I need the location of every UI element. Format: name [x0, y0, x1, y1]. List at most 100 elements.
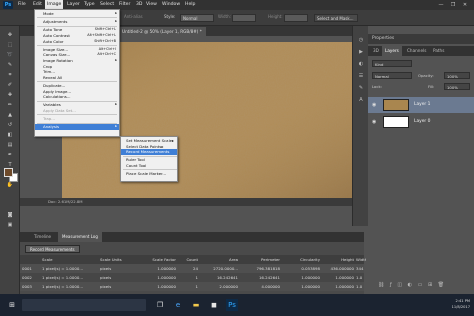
- image-menu-item[interactable]: Mode ▸: [35, 11, 119, 17]
- analysis-menu-item[interactable]: Place Scale Marker...: [121, 171, 177, 177]
- minimize-icon[interactable]: —: [436, 0, 446, 10]
- photoshop-taskbar-icon[interactable]: Ps: [226, 299, 238, 311]
- menu-help[interactable]: Help: [183, 0, 197, 10]
- healing-tool-icon[interactable]: ✚: [3, 92, 17, 99]
- submenu-arrow-icon: ▸: [115, 11, 117, 15]
- menu-item-label: Canvas Size...: [43, 52, 71, 58]
- height-field[interactable]: [284, 14, 308, 22]
- table-row[interactable]: 0003 1 pixel(s) = 1.0000... pixels 1.000000…: [20, 282, 364, 291]
- menu-window[interactable]: Window: [160, 0, 182, 10]
- opacity-field[interactable]: 100%: [444, 72, 470, 79]
- close-icon[interactable]: ✕: [460, 0, 470, 10]
- analysis-menu-item[interactable]: Count Tool: [121, 163, 177, 169]
- menu-item-label: Duplicate...: [43, 83, 66, 88]
- lasso-tool-icon[interactable]: ➰: [3, 52, 17, 59]
- brush-tool-icon[interactable]: ✏: [3, 102, 17, 109]
- analysis-menu-item[interactable]: Record Measurements: [121, 149, 177, 155]
- menu-3d[interactable]: 3D: [134, 0, 144, 10]
- clock[interactable]: 2:41 PM 11/8/2017: [440, 298, 470, 316]
- history-icon[interactable]: ◷: [356, 36, 366, 44]
- image-menu-item: Trap...: [35, 116, 119, 122]
- photoshop-logo: Ps: [3, 1, 13, 9]
- image-menu-item[interactable]: Adjustments ▸: [35, 19, 119, 25]
- layer-kind-filter[interactable]: Kind: [372, 60, 412, 67]
- table-header-row[interactable]: Scale Scale Units Scale Factor Count Area Per…: [20, 255, 366, 264]
- menu-item-label: Image Rotation: [43, 58, 73, 63]
- status-bar: Doc: 2.61M/22.8M: [20, 198, 364, 206]
- tab-3d[interactable]: 3D: [370, 46, 382, 56]
- properties-icon[interactable]: ☰: [356, 72, 366, 80]
- width-label: Width:: [218, 14, 231, 19]
- stamp-tool-icon[interactable]: ▲: [3, 112, 17, 119]
- table-row[interactable]: 0002 1 pixel(s) = 1.0000... pixels 1.000000…: [20, 273, 364, 282]
- fill-field[interactable]: 100%: [444, 83, 470, 90]
- character-icon[interactable]: A: [356, 96, 366, 104]
- properties-panel-header[interactable]: Properties: [368, 34, 474, 44]
- hand-tool-icon[interactable]: ✋: [3, 182, 17, 189]
- new-layer-icon[interactable]: ⊞: [428, 282, 432, 288]
- clock-date: 11/8/2017: [451, 305, 470, 309]
- layer-style-icon[interactable]: ƒ: [390, 282, 392, 288]
- menu-file[interactable]: File: [16, 0, 28, 10]
- delete-layer-icon[interactable]: 🗑: [438, 282, 444, 288]
- task-view-icon[interactable]: ❐: [154, 299, 166, 311]
- layer-name: Layer 0: [414, 119, 431, 124]
- tab-measurement-log[interactable]: Measurement Log: [58, 232, 102, 242]
- start-button-icon[interactable]: ⊞: [6, 299, 18, 311]
- column-header: Scale Units: [100, 257, 122, 262]
- blend-mode-select[interactable]: Normal: [372, 72, 412, 79]
- crop-tool-icon[interactable]: ⌗: [3, 72, 17, 79]
- table-cell: 4.000000: [261, 284, 280, 289]
- actions-icon[interactable]: ▶: [356, 48, 366, 56]
- visibility-eye-icon[interactable]: ◉: [372, 119, 378, 125]
- table-cell: 1.0: [356, 275, 363, 280]
- layer-mask-icon[interactable]: ◫: [397, 282, 402, 288]
- move-tool-icon[interactable]: ✥: [3, 32, 17, 39]
- record-measurements-button[interactable]: Record Measurements: [25, 245, 80, 253]
- quick-mask-icon[interactable]: ◙: [3, 212, 17, 219]
- submenu-arrow-icon: ▸: [115, 19, 117, 24]
- tab-paths[interactable]: Paths: [430, 46, 447, 56]
- document-tab[interactable]: Untitled-2 @ 50% (Layer 1, RGB/8#) *: [118, 27, 206, 36]
- tab-timeline[interactable]: Timeline: [30, 232, 55, 242]
- tab-channels[interactable]: Channels: [404, 46, 429, 56]
- column-header: Width: [356, 257, 366, 262]
- column-header: Count: [186, 257, 198, 262]
- adjustments-icon[interactable]: ◐: [356, 60, 366, 68]
- brush-settings-icon[interactable]: ✎: [356, 84, 366, 92]
- eyedropper-tool-icon[interactable]: ✐: [3, 82, 17, 89]
- history-brush-tool-icon[interactable]: ↺: [3, 122, 17, 129]
- new-group-icon[interactable]: ▭: [418, 282, 423, 288]
- height-label: Height:: [268, 14, 283, 19]
- marquee-tool-icon[interactable]: ⬚: [3, 42, 17, 49]
- link-layers-icon[interactable]: ⛓: [378, 282, 384, 288]
- select-and-mask-button[interactable]: Select and Mask...: [314, 14, 358, 22]
- file-explorer-icon[interactable]: ▬: [190, 299, 202, 311]
- pen-tool-icon[interactable]: ✒: [3, 152, 17, 159]
- screen-mode-icon[interactable]: ▣: [3, 222, 17, 229]
- restore-icon[interactable]: ❐: [448, 0, 458, 10]
- quick-select-tool-icon[interactable]: ✎: [3, 62, 17, 69]
- layer-row-layer-1[interactable]: ◉ Layer 1: [368, 97, 474, 113]
- image-menu-item[interactable]: Auto Color Shift+Ctrl+B: [35, 39, 119, 45]
- store-icon[interactable]: ◼: [208, 299, 220, 311]
- tab-layers[interactable]: Layers: [382, 46, 402, 56]
- width-field[interactable]: [232, 14, 256, 22]
- image-menu-item[interactable]: Calculations...: [35, 94, 119, 100]
- edge-browser-icon[interactable]: e: [172, 299, 184, 311]
- image-menu-item[interactable]: Reveal All: [35, 75, 119, 81]
- image-menu-item[interactable]: Analysis ▸: [35, 124, 119, 130]
- menu-view[interactable]: View: [144, 0, 159, 10]
- table-row[interactable]: 0001 1 pixel(s) = 1.0000... pixels 1.000000…: [20, 264, 364, 273]
- visibility-eye-icon[interactable]: ◉: [372, 102, 378, 108]
- taskbar-search-box[interactable]: [22, 299, 146, 311]
- layer-row-layer-0[interactable]: ◉ Layer 0: [368, 114, 474, 130]
- foreground-color-swatch[interactable]: [4, 168, 13, 177]
- style-select[interactable]: Normal: [180, 14, 214, 22]
- eraser-tool-icon[interactable]: ◧: [3, 132, 17, 139]
- adjustment-layer-icon[interactable]: ◐: [408, 282, 412, 288]
- menu-item-label: Calculations...: [43, 94, 71, 100]
- anti-alias-checkbox[interactable]: Anti-alias: [124, 14, 143, 19]
- gradient-tool-icon[interactable]: ▤: [3, 142, 17, 149]
- bottom-panel-tabs: Timeline Measurement Log: [20, 232, 364, 242]
